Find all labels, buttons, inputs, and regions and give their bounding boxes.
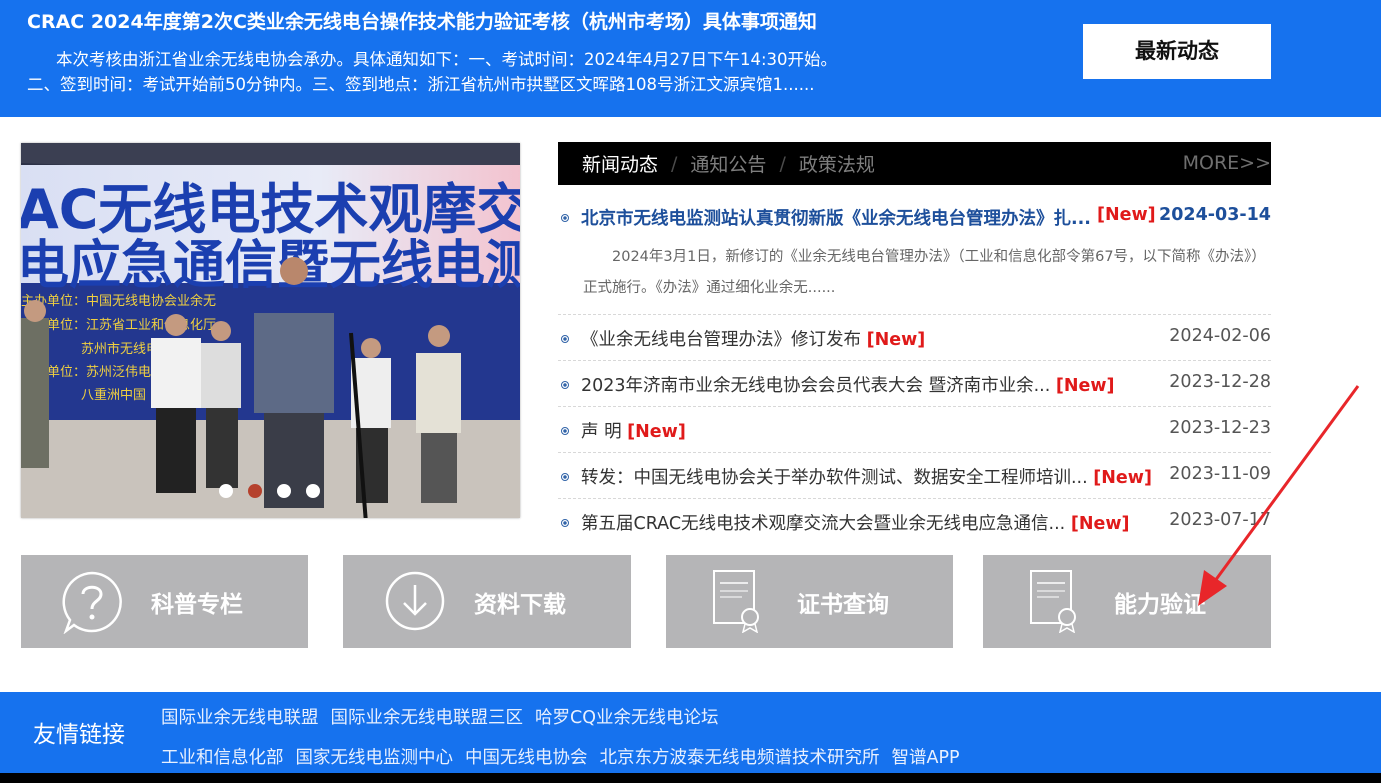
announcement-summary: 本次考核由浙江省业余无线电协会承办。具体通知如下：一、考试时间：2024年4月2… xyxy=(27,47,927,97)
friend-link[interactable]: 中国无线电协会 xyxy=(465,744,588,784)
tile-label: 能力验证 xyxy=(1114,592,1206,618)
science-column-tile[interactable]: 科普专栏 xyxy=(21,555,308,648)
list-item[interactable]: 第五届CRAC无线电技术观摩交流大会暨业余无线电应急通信... [New] 20… xyxy=(558,498,1271,544)
friend-link[interactable]: 国际业余无线电联盟 xyxy=(161,704,319,744)
news-item-date: 2024-02-06 xyxy=(1169,326,1271,346)
tab-notices[interactable]: 通知公告 xyxy=(690,150,766,177)
featured-news: 北京市无线电监测站认真贯彻新版《业余无线电台管理办法》扎... [New] 20… xyxy=(558,205,1271,296)
certificate-query-tile[interactable]: 证书查询 xyxy=(666,555,953,648)
slide-text-line-2: 电应急通信暨无线电测向 xyxy=(21,236,520,296)
new-badge: [New] xyxy=(1093,468,1152,488)
friend-link[interactable]: 国际业余无线电联盟三区 xyxy=(331,704,524,744)
carousel-photo: AC无线电技术观摩交流大 电应急通信暨无线电测向 主办单位：中国无线电协会业余无… xyxy=(21,143,520,518)
announcement-title[interactable]: CRAC 2024年度第2次C类业余无线电台操作技术能力验证考核（杭州市考场）具… xyxy=(27,7,817,34)
news-item-title[interactable]: 第五届CRAC无线电技术观摩交流大会暨业余无线电应急通信... xyxy=(581,514,1065,534)
carousel-dots xyxy=(219,484,320,498)
new-badge: [New] xyxy=(1070,514,1130,534)
photo-carousel[interactable]: AC无线电技术观摩交流大 电应急通信暨无线电测向 主办单位：中国无线电协会业余无… xyxy=(21,143,520,518)
news-item-date: 2023-12-23 xyxy=(1169,418,1271,438)
new-badge: [New] xyxy=(1097,205,1156,225)
news-item-title[interactable]: 《业余无线电台管理办法》修订发布 xyxy=(581,330,861,350)
carousel-dot-active[interactable] xyxy=(248,484,262,498)
new-badge: [New] xyxy=(866,330,926,350)
list-item[interactable]: 《业余无线电台管理办法》修订发布 [New] 2024-02-06 xyxy=(558,315,1271,360)
footer-links: 友情链接 国际业余无线电联盟 国际业余无线电联盟三区 哈罗CQ业余无线电论坛 工… xyxy=(0,692,1381,783)
friend-link[interactable]: 国家无线电监测中心 xyxy=(296,744,454,784)
latest-news-button[interactable]: 最新动态 xyxy=(1083,24,1271,79)
new-badge: [New] xyxy=(1055,376,1115,396)
bullet-icon xyxy=(561,381,569,389)
tab-separator: / xyxy=(779,152,786,175)
certificate-icon xyxy=(1030,570,1076,633)
tab-news[interactable]: 新闻动态 xyxy=(582,150,658,177)
featured-news-date: 2024-03-14 xyxy=(1159,205,1271,225)
list-item[interactable]: 声 明 [New] 2023-12-23 xyxy=(558,406,1271,452)
news-tab-bar: 新闻动态 / 通知公告 / 政策法规 MORE>> xyxy=(558,142,1271,185)
news-list: 《业余无线电台管理办法》修订发布 [New] 2024-02-06 2023年济… xyxy=(558,315,1271,544)
bullet-icon xyxy=(561,427,569,435)
bullet-icon xyxy=(561,335,569,343)
tile-label: 证书查询 xyxy=(797,592,889,618)
download-icon xyxy=(385,571,445,631)
carousel-dot[interactable] xyxy=(277,484,291,498)
news-item-title[interactable]: 声 明 xyxy=(581,422,622,442)
featured-news-summary[interactable]: 2024年3月1日，新修订的《业余无线电台管理办法》（工业和信息化部令第67号，… xyxy=(583,242,1271,304)
footer-title: 友情链接 xyxy=(33,722,125,748)
friend-link[interactable]: 北京东方波泰无线电频谱技术研究所 xyxy=(600,744,880,784)
question-icon xyxy=(62,571,122,634)
tab-separator: / xyxy=(671,152,678,175)
tab-policies[interactable]: 政策法规 xyxy=(799,150,875,177)
list-item[interactable]: 转发：中国无线电协会关于举办软件测试、数据安全工程师培训... [New] 20… xyxy=(558,452,1271,498)
bullet-icon xyxy=(561,473,569,481)
slide-text-line-1: AC无线电技术观摩交流大 xyxy=(21,178,520,241)
capability-verification-tile[interactable]: 能力验证 xyxy=(983,555,1271,648)
downloads-tile[interactable]: 资料下载 xyxy=(343,555,631,648)
list-item[interactable]: 2023年济南市业余无线电协会会员代表大会 暨济南市业余... [New] 20… xyxy=(558,360,1271,406)
news-tabs: 新闻动态 / 通知公告 / 政策法规 xyxy=(582,142,875,185)
news-item-date: 2023-11-09 xyxy=(1169,464,1271,484)
carousel-dot[interactable] xyxy=(219,484,233,498)
news-item-date: 2023-12-28 xyxy=(1169,372,1271,392)
carousel-dot[interactable] xyxy=(306,484,320,498)
friend-links: 国际业余无线电联盟 国际业余无线电联盟三区 哈罗CQ业余无线电论坛 工业和信息化… xyxy=(161,704,960,784)
bullet-icon xyxy=(561,519,569,527)
friend-link[interactable]: 哈罗CQ业余无线电论坛 xyxy=(535,704,719,744)
announcement-line-1: 本次考核由浙江省业余无线电协会承办。具体通知如下：一、考试时间：2024年4月2… xyxy=(56,50,838,69)
announcement-banner: CRAC 2024年度第2次C类业余无线电台操作技术能力验证考核（杭州市考场）具… xyxy=(0,0,1381,117)
slide-sign-line: 主办单位：中国无线电协会业余无 xyxy=(21,293,216,309)
new-badge: [New] xyxy=(627,422,686,442)
certificate-icon xyxy=(713,570,759,633)
friend-link[interactable]: 智谱APP xyxy=(892,744,960,784)
news-item-title[interactable]: 转发：中国无线电协会关于举办软件测试、数据安全工程师培训... xyxy=(581,468,1088,488)
announcement-line-2: 二、签到时间：考试开始前50分钟内。三、签到地点：浙江省杭州市拱墅区文晖路108… xyxy=(27,75,815,94)
featured-news-title[interactable]: 北京市无线电监测站认真贯彻新版《业余无线电台管理办法》扎... xyxy=(581,205,1091,230)
tile-label: 资料下载 xyxy=(474,592,566,618)
news-item-date: 2023-07-17 xyxy=(1169,510,1271,530)
bullet-icon xyxy=(561,214,569,222)
slide-sign-line: 八重洲中国 xyxy=(81,387,146,403)
more-link[interactable]: MORE>> xyxy=(1183,142,1271,185)
friend-link[interactable]: 工业和信息化部 xyxy=(161,744,284,784)
tile-label: 科普专栏 xyxy=(151,592,243,618)
feature-tiles: 科普专栏 资料下载 证书查询 能力验证 xyxy=(21,555,1271,648)
news-item-title[interactable]: 2023年济南市业余无线电协会会员代表大会 暨济南市业余... xyxy=(581,376,1050,396)
